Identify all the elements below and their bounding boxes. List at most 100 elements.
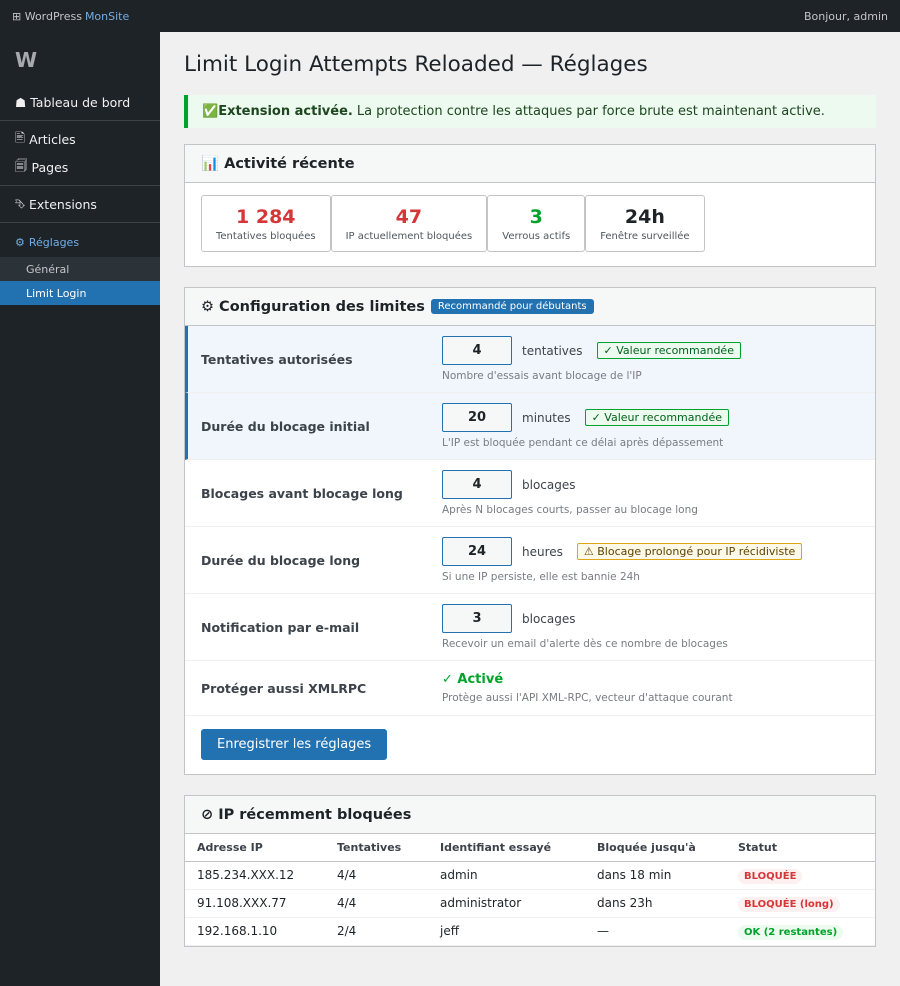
- cell-until: dans 18 min: [585, 861, 726, 890]
- cell-attempts: 4/4: [325, 889, 428, 918]
- setting-row-lockouts-before-long: Blocages avant blocage long 4 blocages A…: [185, 460, 875, 527]
- sidebar-item-extensions[interactable]: ⮷ Extensions: [0, 190, 160, 218]
- sidebar-item-label: Extensions: [29, 196, 97, 212]
- cell-until: dans 23h: [585, 889, 726, 918]
- lockouts-before-long-input[interactable]: 4: [442, 470, 512, 499]
- setting-hint: Recevoir un email d'alerte dès ce nombre…: [442, 638, 728, 650]
- config-card: ⚙ Configuration des limites Recommandé p…: [184, 287, 876, 775]
- config-card-header: ⚙ Configuration des limites Recommandé p…: [185, 288, 875, 326]
- stat-value: 3: [529, 205, 543, 228]
- stat-label: Tentatives bloquées: [216, 230, 316, 242]
- cell-until: —: [585, 917, 726, 946]
- sidebar-item-settings[interactable]: ⚙ Réglages: [0, 227, 160, 257]
- wordpress-logo[interactable]: W: [0, 32, 160, 88]
- allowed-retries-input[interactable]: 4: [442, 336, 512, 365]
- cell-ip: 185.234.XXX.12: [185, 861, 325, 890]
- menu-separator: [0, 120, 160, 121]
- notice-bold-text: Extension activée.: [218, 104, 353, 119]
- user-greeting[interactable]: Bonjour, admin: [804, 10, 888, 23]
- pages-icon: 🗐: [15, 157, 28, 173]
- stat-window: 24h Fenêtre surveillée: [585, 195, 705, 252]
- stat-blocked-attempts: 1 284 Tentatives bloquées: [201, 195, 331, 252]
- stat-label: IP actuellement bloquées: [345, 230, 473, 242]
- check-icon: ✅: [202, 104, 219, 119]
- column-header: Statut: [726, 834, 875, 862]
- setting-label: Durée du blocage initial: [201, 418, 370, 434]
- setting-label: Tentatives autorisées: [201, 351, 353, 367]
- unit-label: blocages: [522, 611, 576, 626]
- table-row: 192.168.1.10 2/4 jeff — OK (2 restantes): [185, 917, 875, 946]
- notice-text: La protection contre les attaques par fo…: [356, 104, 825, 119]
- success-notice: ✅ Extension activée. La protection contr…: [184, 95, 876, 128]
- submenu-item-general[interactable]: Général: [0, 257, 160, 281]
- submenu-item-limit-login[interactable]: Limit Login: [0, 281, 160, 305]
- main-content: Limit Login Attempts Reloaded — Réglages…: [184, 32, 876, 947]
- cell-attempts: 2/4: [325, 917, 428, 946]
- config-card-title: ⚙ Configuration des limites: [201, 298, 425, 315]
- site-name-prefix: ⊞ WordPress: [12, 9, 82, 23]
- setting-hint: Après N blocages courts, passer au bloca…: [442, 504, 698, 516]
- setting-row-lockout-duration: Durée du blocage initial 20 minutes ✓ Va…: [185, 393, 875, 460]
- site-name-accent: MonSite: [84, 9, 130, 23]
- unit-label: tentatives: [522, 343, 583, 358]
- setting-label: Protéger aussi XMLRPC: [201, 680, 367, 696]
- setting-label: Blocages avant blocage long: [201, 485, 403, 501]
- unit-label: heures: [522, 544, 563, 559]
- activity-card-title: 📊 Activité récente: [185, 145, 875, 183]
- setting-label: Durée du blocage long: [201, 552, 361, 568]
- long-duration-input[interactable]: 24: [442, 537, 512, 566]
- stat-value: 47: [395, 205, 423, 228]
- site-name-link[interactable]: ⊞ WordPress MonSite: [12, 10, 129, 23]
- column-header: Bloquée jusqu'à: [585, 834, 726, 862]
- sidebar-item-label: Réglages: [28, 235, 80, 249]
- unit-label: blocages: [522, 477, 576, 492]
- email-notification-input[interactable]: 3: [442, 604, 512, 633]
- column-header: Adresse IP: [185, 834, 325, 862]
- save-settings-button[interactable]: Enregistrer les réglages: [201, 729, 388, 760]
- blocked-ips-table: Adresse IP Tentatives Identifiant essayé…: [185, 834, 875, 946]
- menu-separator: [0, 222, 160, 223]
- save-area: Enregistrer les réglages: [185, 716, 875, 774]
- articles-icon: 🖹: [15, 129, 26, 145]
- page-title: Limit Login Attempts Reloaded — Réglages: [184, 52, 648, 77]
- plugins-icon: ⮷: [15, 196, 26, 211]
- setting-hint: Protège aussi l'API XML-RPC, vecteur d'a…: [442, 692, 733, 704]
- sidebar-item-label: Articles: [29, 131, 76, 147]
- warning-tag: ⚠ Blocage prolongé pour IP récidiviste: [576, 543, 803, 560]
- cell-status: BLOQUÉE (long): [726, 889, 875, 918]
- recommended-tag: ✓ Valeur recommandée: [596, 342, 741, 359]
- lockout-duration-input[interactable]: 20: [442, 403, 512, 432]
- stat-label: Fenêtre surveillée: [600, 230, 690, 242]
- stat-value: 24h: [624, 205, 665, 228]
- cell-attempts: 4/4: [325, 861, 428, 890]
- sidebar-item-pages[interactable]: 🗐 Pages: [0, 153, 160, 181]
- sidebar-item-articles[interactable]: 🖹 Articles: [0, 125, 160, 153]
- cell-status: OK (2 restantes): [726, 917, 875, 946]
- table-header-row: Adresse IP Tentatives Identifiant essayé…: [185, 834, 875, 862]
- status-badge: OK (2 restantes): [738, 925, 844, 940]
- sidebar-item-label: Pages: [31, 159, 69, 175]
- table-row: 91.108.XXX.77 4/4 administrator dans 23h…: [185, 889, 875, 918]
- column-header: Tentatives: [325, 834, 428, 862]
- menu-separator: [0, 185, 160, 186]
- xmlrpc-status-toggle[interactable]: ✓ Activé: [442, 672, 733, 687]
- cell-username: administrator: [428, 889, 585, 918]
- stats-row: 1 284 Tentatives bloquées 47 IP actuelle…: [185, 183, 875, 266]
- setting-row-xmlrpc: Protéger aussi XMLRPC ✓ Activé Protège a…: [185, 661, 875, 716]
- setting-hint: Nombre d'essais avant blocage de l'IP: [442, 370, 642, 382]
- recommended-pill: Recommandé pour débutants: [430, 299, 594, 314]
- setting-row-allowed-retries: Tentatives autorisées 4 tentatives ✓ Val…: [185, 326, 875, 393]
- status-badge: BLOQUÉE (long): [738, 897, 840, 912]
- setting-hint: Si une IP persiste, elle est bannie 24h: [442, 571, 640, 583]
- cell-status: BLOQUÉE: [726, 861, 875, 890]
- setting-row-long-duration: Durée du blocage long 24 heures ⚠ Blocag…: [185, 527, 875, 594]
- stat-active-locks: 3 Verrous actifs: [487, 195, 586, 252]
- setting-label: Notification par e-mail: [201, 619, 360, 635]
- table-row: 185.234.XXX.12 4/4 admin dans 18 min BLO…: [185, 861, 875, 890]
- stat-value: 1 284: [236, 205, 296, 228]
- stat-blocked-ips: 47 IP actuellement bloquées: [330, 195, 488, 252]
- sidebar-item-dashboard[interactable]: ☗ Tableau de bord: [0, 88, 160, 116]
- cell-username: jeff: [428, 917, 585, 946]
- cell-ip: 192.168.1.10: [185, 917, 325, 946]
- admin-bar: ⊞ WordPress MonSite Bonjour, admin: [0, 0, 900, 32]
